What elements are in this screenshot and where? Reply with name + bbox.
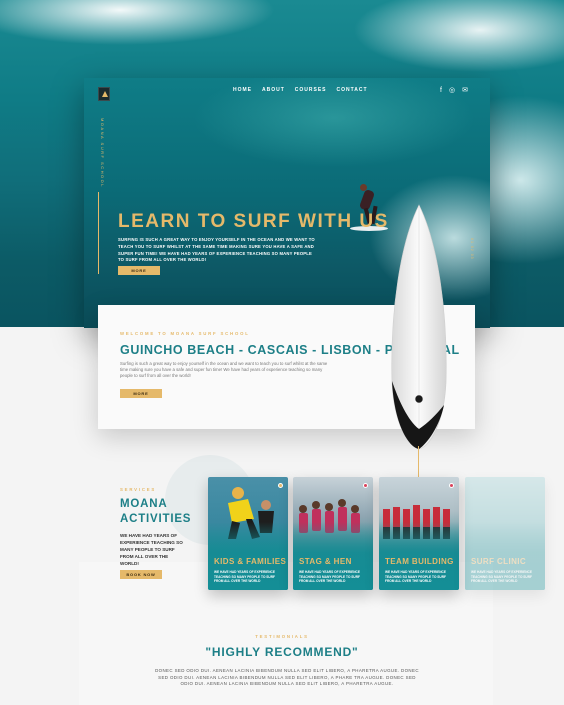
- activities-kicker: SERVICES: [120, 487, 157, 492]
- nav-item-about[interactable]: ABOUT: [262, 87, 285, 93]
- tile-body: WE HAVE HAD YEARS OF EXPERIENCE TEACHING…: [299, 570, 360, 584]
- tile-title: STAG & HEN: [299, 557, 352, 566]
- activity-tile-kids[interactable]: KIDS & FAMILIES WE HAVE HAD YEARS OF EXP…: [208, 477, 288, 590]
- hero-slide-indicator[interactable]: 01 02 03: [470, 238, 474, 260]
- tile-title: TEAM BUILDING: [385, 557, 454, 566]
- vertical-brand-text: MOANA SURF SCHOOL: [100, 118, 105, 188]
- testimonials-kicker: TESTIMONIALS: [255, 634, 309, 639]
- connector-line: [418, 446, 419, 480]
- hero-more-button[interactable]: MORE: [118, 266, 160, 275]
- landing-page: HOME ABOUT COURSES CONTACT f ◎ ✉ MOANA S…: [0, 0, 564, 705]
- tile-indicator-dot: [278, 483, 283, 488]
- testimonials-title: "HIGHLY RECOMMEND": [205, 645, 359, 659]
- book-now-button[interactable]: BOOK NOW: [120, 570, 162, 579]
- facebook-icon[interactable]: f: [440, 87, 442, 94]
- testimonials-body: DONEC SED ODIO DUI. AENEAN LACINIA BIBEN…: [155, 668, 419, 687]
- tile-title: KIDS & FAMILIES: [214, 557, 287, 566]
- activity-tile-team-building[interactable]: TEAM BUILDING WE HAVE HAD YEARS OF EXPER…: [379, 477, 459, 590]
- logo-icon[interactable]: [98, 87, 110, 101]
- nav-item-courses[interactable]: COURSES: [295, 87, 327, 93]
- hero-accent-line: [98, 192, 99, 274]
- activity-tile-surf-clinic[interactable]: SURF CLINIC WE HAVE HAD YEARS OF EXPERIE…: [465, 477, 545, 590]
- activities-body: WE HAVE HAD YEARS OF EXPERIENCE TEACHING…: [120, 533, 183, 566]
- tile-title: SURF CLINIC: [471, 557, 527, 566]
- main-nav: HOME ABOUT COURSES CONTACT: [233, 87, 368, 93]
- instagram-icon[interactable]: ◎: [449, 87, 455, 94]
- tile-indicator-dot: [363, 483, 368, 488]
- tile-body: WE HAVE HAD YEARS OF EXPERIENCE TEACHING…: [385, 570, 446, 584]
- tile-indicator-dot: [449, 483, 454, 488]
- welcome-kicker: WELCOME TO MOANA SURF SCHOOL: [120, 331, 250, 336]
- hero-body: SURFING IS SUCH A GREAT WAY TO ENJOY YOU…: [118, 237, 315, 263]
- tile-body: WE HAVE HAD YEARS OF EXPERIENCE TEACHING…: [214, 570, 275, 584]
- activity-tile-stag-hen[interactable]: STAG & HEN WE HAVE HAD YEARS OF EXPERIEN…: [293, 477, 373, 590]
- email-icon[interactable]: ✉: [462, 87, 468, 94]
- social-links: f ◎ ✉: [440, 87, 468, 94]
- hero-title: LEARN TO SURF WITH US: [118, 211, 389, 232]
- nav-item-contact[interactable]: CONTACT: [337, 87, 368, 93]
- nav-item-home[interactable]: HOME: [233, 87, 252, 93]
- tile-body: WE HAVE HAD YEARS OF EXPERIENCE TEACHING…: [471, 570, 532, 584]
- welcome-more-button[interactable]: MORE: [120, 389, 162, 398]
- activities-title: MOANA ACTIVITIES: [120, 498, 192, 525]
- surfboard-image: [388, 203, 450, 451]
- welcome-body: Surfing is such a great way to enjoy you…: [120, 361, 328, 378]
